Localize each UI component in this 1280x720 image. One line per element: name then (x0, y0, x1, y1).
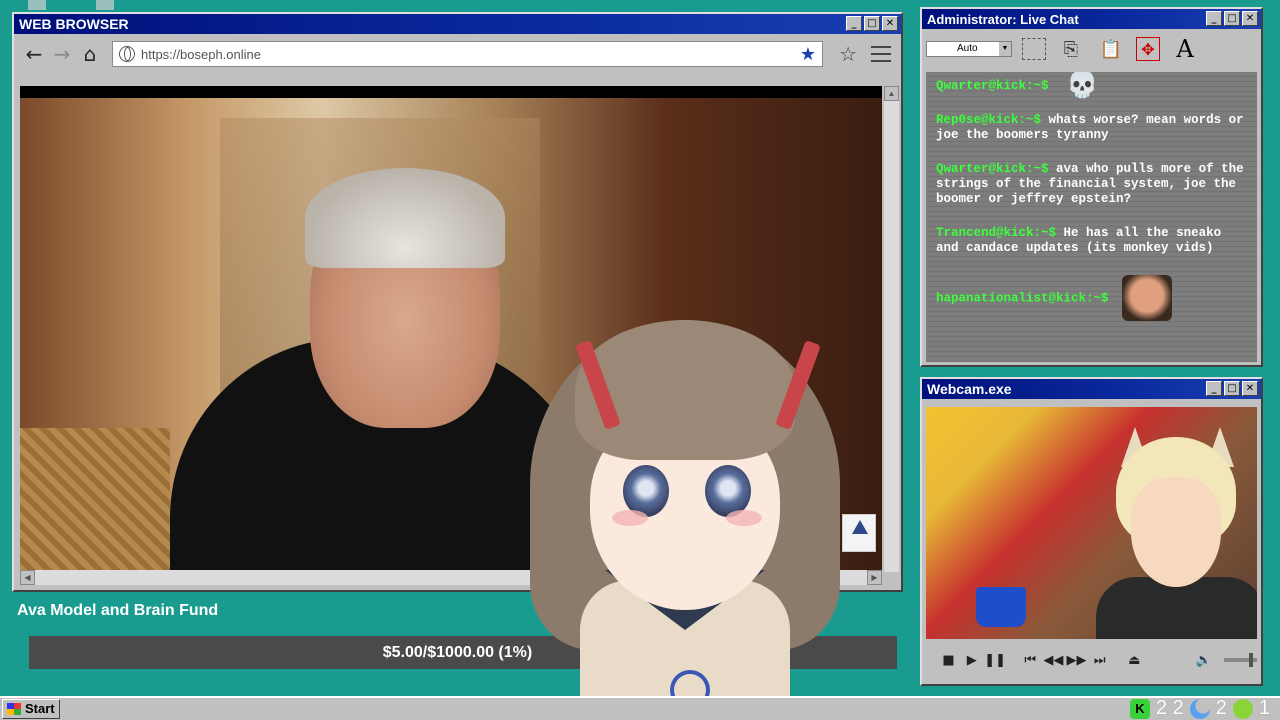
font-icon[interactable]: A (1170, 35, 1200, 63)
video-viewport[interactable] (20, 86, 882, 572)
system-tray: K 2 2 2 1 (1129, 697, 1270, 720)
back-button[interactable]: ← (20, 39, 48, 69)
minimize-button[interactable]: _ (846, 16, 862, 31)
address-bar[interactable]: https://boseph.online ★ (112, 41, 824, 67)
horizontal-scrollbar[interactable]: ◀ ▶ (20, 570, 882, 585)
browser-title: WEB BROWSER (19, 16, 129, 32)
chat-username: Rep0se@kick:~$ (936, 112, 1042, 127)
fast-forward-icon[interactable]: ▶▶ (1066, 653, 1087, 668)
fund-progress-bar: $5.00/$1000.00 (1%) (20, 636, 897, 669)
eject-icon[interactable]: ⏏ (1124, 653, 1145, 668)
play-circle-icon[interactable] (1232, 698, 1253, 719)
fund-amount: $5.00/$1000.00 (1%) (382, 644, 533, 661)
avatar-face (1131, 477, 1221, 587)
zoom-select[interactable]: Auto ▼ (926, 41, 1012, 57)
tray-count: 2 2 (1155, 697, 1184, 719)
moon-icon[interactable] (1189, 698, 1210, 719)
home-button[interactable]: ⌂ (76, 39, 104, 69)
chat-message: hapanationalist@kick:~$ (936, 274, 1247, 321)
chat-message: Qwarter@kick:~$ 💀 (936, 72, 1247, 100)
url-text: https://boseph.online (141, 46, 261, 62)
webcam-titlebar[interactable]: Webcam.exe _ □ ✕ (922, 379, 1261, 399)
tray-count: 1 (1258, 697, 1270, 719)
maximize-button[interactable]: □ (864, 16, 880, 31)
start-button[interactable]: Start (2, 699, 60, 719)
desktop-icon[interactable] (28, 0, 46, 10)
browser-window: WEB BROWSER _ □ ✕ ← → ⌂ https://boseph.o… (12, 12, 903, 592)
channel-watermark-logo (842, 514, 876, 552)
chat-title: Administrator: Live Chat (927, 12, 1079, 27)
forward-button[interactable]: → (48, 39, 76, 69)
chat-username: Trancend@kick:~$ (936, 225, 1057, 240)
desktop-icon[interactable] (96, 0, 114, 10)
globe-icon (119, 46, 135, 62)
browser-toolbar: ← → ⌂ https://boseph.online ★ ☆ (14, 34, 901, 74)
webcam-title: Webcam.exe (927, 381, 1012, 397)
chevron-down-icon[interactable]: ▼ (999, 42, 1011, 56)
move-icon[interactable]: ✥ (1136, 37, 1160, 61)
vertical-scrollbar[interactable]: ▲ (884, 86, 899, 572)
mug-image (976, 587, 1026, 627)
play-icon[interactable]: ▶ (961, 653, 982, 668)
chat-username: Qwarter@kick:~$ (936, 78, 1049, 93)
webcam-feed (926, 407, 1257, 639)
zoom-value: Auto (957, 43, 978, 54)
browser-titlebar[interactable]: WEB BROWSER _ □ ✕ (14, 14, 901, 34)
taskbar: Start K 2 2 2 1 (0, 696, 1280, 720)
close-button[interactable]: ✕ (1242, 381, 1258, 396)
start-label: Start (25, 701, 55, 716)
chat-toolbar: Auto ▼ ⎘ 📋 ✥ A (922, 29, 1261, 69)
paste-icon[interactable]: 📋 (1096, 35, 1126, 63)
close-button[interactable]: ✕ (1242, 11, 1258, 26)
maximize-button[interactable]: □ (1224, 381, 1240, 396)
live-chat-window: Administrator: Live Chat _ □ ✕ Auto ▼ ⎘ … (920, 7, 1263, 367)
maximize-button[interactable]: □ (1224, 11, 1240, 26)
fund-title: Ava Model and Brain Fund (17, 602, 219, 619)
skull-emote-icon: 💀 (1066, 72, 1099, 100)
favorites-star-icon[interactable]: ☆ (839, 42, 857, 66)
chat-message: Qwarter@kick:~$ ava who pulls more of th… (936, 162, 1247, 207)
webcam-window: Webcam.exe _ □ ✕ ■ ▶ ❚❚ ⏮ ◀◀ ▶▶ ⏭ ⏏ 🔈 (920, 377, 1263, 686)
rewind-icon[interactable]: ◀◀ (1043, 653, 1064, 668)
scroll-up-icon[interactable]: ▲ (884, 86, 899, 101)
menu-icon[interactable] (871, 46, 891, 62)
chat-message: Rep0se@kick:~$ whats worse? mean words o… (936, 113, 1247, 143)
pause-icon[interactable]: ❚❚ (984, 653, 1006, 668)
windows-logo-icon (7, 703, 21, 715)
kick-icon[interactable]: K (1129, 698, 1150, 719)
tray-count: 2 (1215, 697, 1227, 719)
volume-slider[interactable] (1224, 653, 1258, 667)
close-button[interactable]: ✕ (882, 16, 898, 31)
scroll-right-icon[interactable]: ▶ (867, 570, 882, 585)
chat-messages: Qwarter@kick:~$ 💀 Rep0se@kick:~$ whats w… (926, 72, 1257, 362)
chat-titlebar[interactable]: Administrator: Live Chat _ □ ✕ (922, 9, 1261, 29)
chat-username: Qwarter@kick:~$ (936, 161, 1049, 176)
person-hair (305, 168, 505, 268)
chat-message: Trancend@kick:~$ He has all the sneako a… (936, 226, 1247, 256)
media-controls: ■ ▶ ❚❚ ⏮ ◀◀ ▶▶ ⏭ ⏏ 🔈 (926, 645, 1258, 675)
select-tool-icon[interactable] (1022, 38, 1046, 60)
bookmark-star-icon[interactable]: ★ (800, 44, 816, 65)
stop-icon[interactable]: ■ (938, 653, 959, 668)
skip-back-icon[interactable]: ⏮ (1020, 653, 1041, 668)
chat-username: hapanationalist@kick:~$ (936, 291, 1109, 306)
minimize-button[interactable]: _ (1206, 381, 1222, 396)
volume-icon[interactable]: 🔈 (1193, 653, 1214, 668)
copy-icon[interactable]: ⎘ (1056, 35, 1086, 63)
video-frame (20, 98, 882, 572)
scroll-left-icon[interactable]: ◀ (20, 570, 35, 585)
minimize-button[interactable]: _ (1206, 11, 1222, 26)
face-emote-icon (1122, 274, 1173, 321)
chair-image (20, 428, 170, 572)
skip-forward-icon[interactable]: ⏭ (1089, 653, 1110, 668)
